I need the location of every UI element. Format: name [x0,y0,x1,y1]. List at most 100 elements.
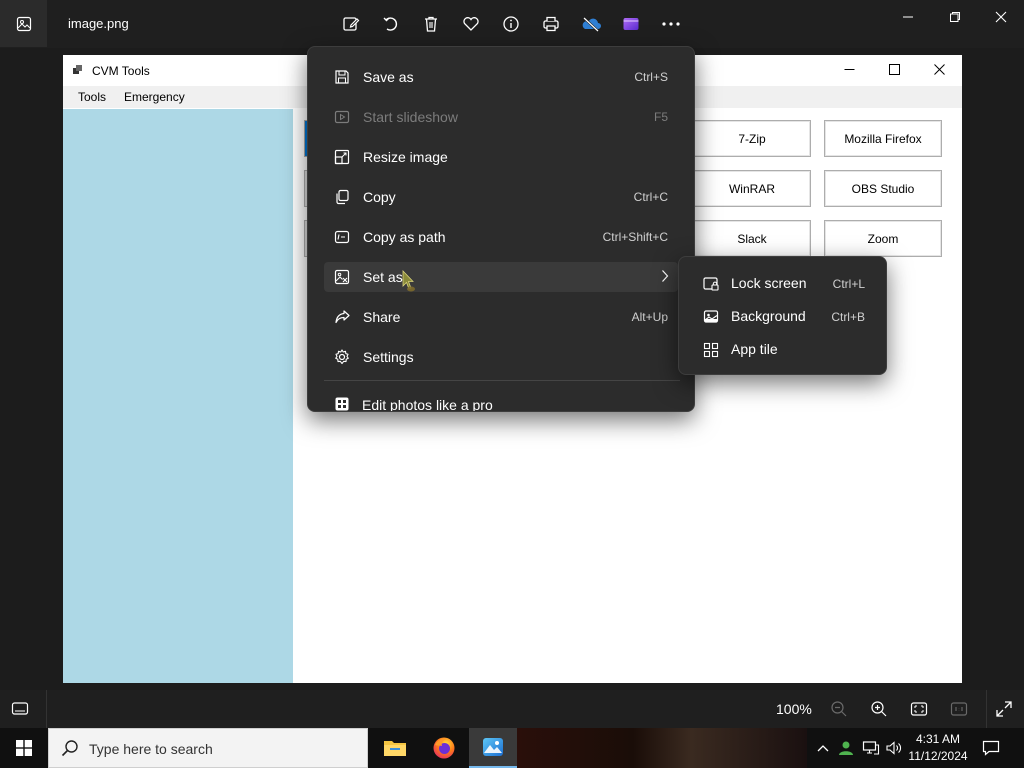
windows-taskbar: Type here to search 4:31 AM 11/12/2024 [0,728,1024,768]
submenu-item-app-tile[interactable]: App tile [687,335,879,365]
zoom-level: 100% [776,701,812,717]
taskbar-background-art [517,728,807,768]
file-name-title: image.png [68,16,129,31]
clock-date[interactable]: 11/12/2024 [905,749,971,763]
slideshow-icon [334,109,350,125]
people-icon[interactable] [837,739,855,757]
menu-item-shortcut: F5 [653,110,668,124]
submenu-item-label: App tile [731,341,778,357]
menu-item-copy[interactable]: Copy Ctrl+C [324,182,678,212]
notifications-icon[interactable] [982,739,1000,757]
search-placeholder: Type here to search [89,741,213,757]
submenu-item-shortcut: Ctrl+L [832,277,865,291]
promo-icon [334,396,350,411]
zoom-out-icon[interactable] [828,698,850,720]
bottombar-divider [46,690,47,728]
submenu-item-label: Lock screen [731,275,807,291]
settings-icon [334,349,350,365]
chevron-up-icon[interactable] [814,739,832,757]
submenu-item-shortcut: Ctrl+B [831,310,865,324]
cvm-button-winrar: WinRAR [693,170,811,207]
menu-separator [324,380,680,381]
menu-item-resize-image[interactable]: Resize image [324,142,678,172]
onedrive-icon[interactable] [578,11,604,37]
menu-item-settings[interactable]: Settings [324,342,678,372]
zoom-in-icon[interactable] [868,698,890,720]
rotate-icon[interactable] [378,11,404,37]
menu-item-save-as[interactable]: Save as Ctrl+S [324,62,678,92]
photos-icon[interactable] [469,728,517,768]
context-menu: Save as Ctrl+S Start slideshow F5 Resize… [307,46,695,412]
lock-screen-icon [703,276,719,292]
menu-item-shortcut: Ctrl+S [634,70,668,84]
cvm-button-firefox: Mozilla Firefox [824,120,942,157]
set-as-icon [334,269,350,285]
firefox-icon[interactable] [420,728,468,768]
submenu-item-label: Background [731,308,806,324]
actual-size-icon[interactable] [948,698,970,720]
menu-item-label: Settings [363,349,414,365]
chevron-right-icon [660,269,670,283]
menu-item-label: Set as [363,269,403,285]
cvm-button-7zip: 7-Zip [693,120,811,157]
taskbar-search-box[interactable]: Type here to search [48,728,368,768]
network-icon[interactable] [862,739,880,757]
cvm-button-zoom: Zoom [824,220,942,257]
photos-app-icon[interactable] [0,0,47,47]
cvm-close-icon [924,61,954,77]
menu-item-label: Share [363,309,401,325]
menu-item-label: Resize image [363,149,448,165]
menu-item-label: Copy as path [363,229,446,245]
cursor-busy-icon [402,270,416,292]
print-icon[interactable] [538,11,564,37]
menu-item-start-slideshow[interactable]: Start slideshow F5 [324,102,678,132]
cvm-minimize-icon [834,61,864,77]
menu-item-copy-as-path[interactable]: Copy as path Ctrl+Shift+C [324,222,678,252]
file-explorer-icon[interactable] [371,728,419,768]
viewer-titlebar: image.png [0,0,1024,48]
background-icon [703,309,719,325]
bottombar-divider [986,690,987,728]
cvm-button-obs: OBS Studio [824,170,942,207]
maximize-icon[interactable] [933,6,977,28]
menu-item-label: Start slideshow [363,109,458,125]
cvm-menu-tools: Tools [78,90,107,104]
windows-start-icon[interactable] [0,728,48,768]
fullscreen-icon[interactable] [993,698,1015,720]
cvm-window-title: CVM Tools [92,64,150,78]
menu-item-shortcut: Alt+Up [631,310,668,324]
filmstrip-icon[interactable] [9,698,31,720]
minimize-icon[interactable] [886,6,930,28]
cvm-maximize-icon [879,61,909,77]
copy-icon [334,189,350,205]
more-icon[interactable] [658,11,684,37]
clock-time[interactable]: 4:31 AM [905,732,971,746]
cvm-button-slack: Slack [693,220,811,257]
share-icon [334,309,350,325]
menu-item-shortcut: Ctrl+C [633,190,668,204]
menu-item-label: Edit photos like a pro [362,397,493,412]
copy-path-icon [334,229,350,245]
submenu-item-lock-screen[interactable]: Lock screen Ctrl+L [687,269,879,299]
cvm-menu-emergency: Emergency [124,90,185,104]
set-as-submenu: Lock screen Ctrl+L Background Ctrl+B App… [678,256,887,375]
cvm-app-icon [73,65,83,75]
delete-icon[interactable] [418,11,444,37]
menu-item-label: Copy [363,189,396,205]
clipchamp-icon[interactable] [618,11,644,37]
edit-image-icon[interactable] [338,11,364,37]
search-icon [61,739,79,757]
save-icon [334,69,350,85]
fit-to-window-icon[interactable] [908,698,930,720]
viewer-bottombar: 100% [0,690,1024,728]
info-icon[interactable] [498,11,524,37]
app-tile-icon [703,342,719,358]
menu-item-edit-photos-promo[interactable]: Edit photos like a pro [324,389,678,412]
menu-item-share[interactable]: Share Alt+Up [324,302,678,332]
resize-icon [334,149,350,165]
favorite-icon[interactable] [458,11,484,37]
submenu-item-background[interactable]: Background Ctrl+B [687,302,879,332]
volume-icon[interactable] [885,739,903,757]
close-icon[interactable] [979,6,1023,28]
menu-item-set-as[interactable]: Set as [324,262,678,292]
